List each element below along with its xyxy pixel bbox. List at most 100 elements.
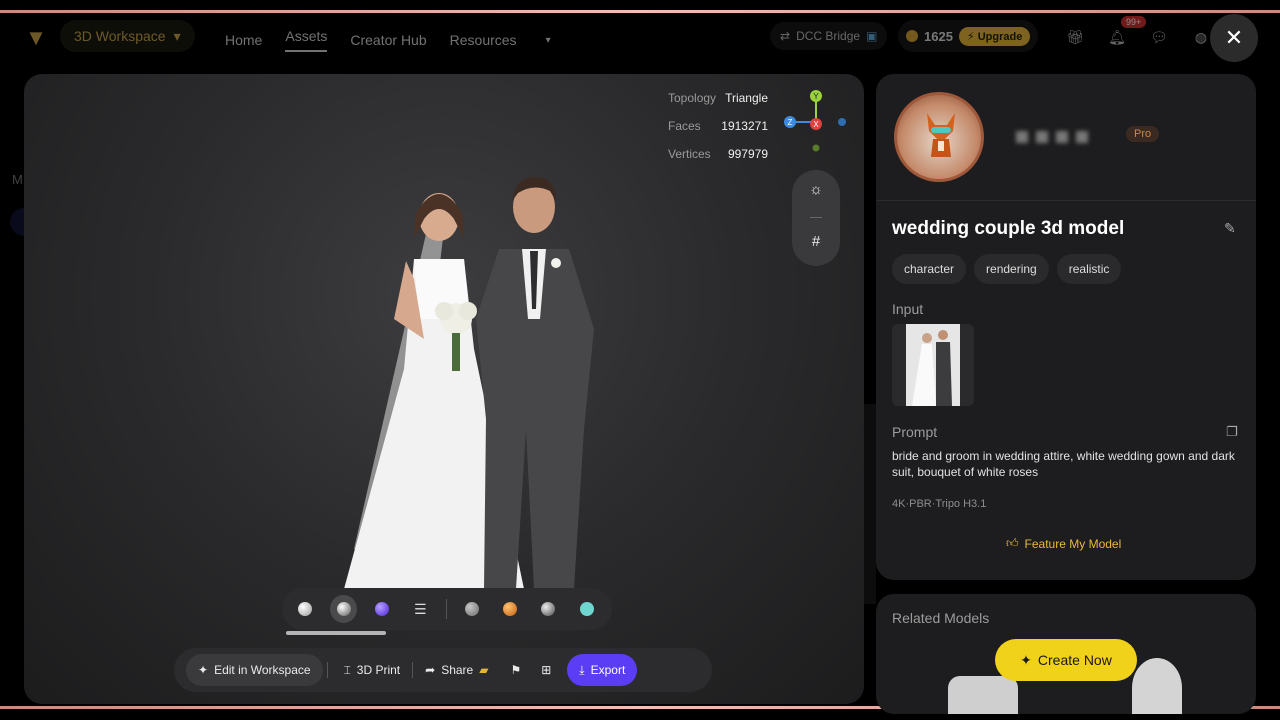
- axis-x-label: X: [813, 120, 819, 129]
- gift-icon[interactable]: 🎁︎: [1066, 28, 1084, 46]
- download-icon: ⤓: [579, 662, 585, 677]
- nav-resources[interactable]: Resources ▾: [450, 28, 574, 52]
- model-preview-couple: [344, 176, 594, 589]
- share-button[interactable]: ➦ Share ▰: [413, 654, 500, 686]
- model-info-card: Pro wedding couple 3d model ✎ character …: [876, 74, 1256, 580]
- export-button[interactable]: ⤓ Export: [567, 654, 638, 686]
- create-label: Create Now: [1037, 652, 1112, 668]
- export-label: Export: [590, 663, 626, 677]
- globe-icon[interactable]: ◍: [1192, 28, 1210, 46]
- bookmark-add-icon: ⊞: [541, 663, 552, 677]
- logo-icon[interactable]: ▼: [24, 26, 48, 50]
- bookmark-button[interactable]: ⊞: [531, 654, 561, 686]
- related-model-thumbnail[interactable]: [1132, 658, 1182, 714]
- action-toolbar: ✦ Edit in Workspace ⌶ 3D Print ➦ Share ▰…: [174, 648, 712, 692]
- material-clay-swatch: [298, 602, 313, 616]
- caret-down-icon: ▾: [173, 27, 181, 44]
- sparkle-icon: ✦: [1020, 651, 1032, 668]
- material-metal-button[interactable]: [535, 595, 561, 623]
- report-button[interactable]: ⚑: [500, 654, 531, 686]
- nav-resources-label: Resources: [449, 32, 517, 48]
- input-label: Input: [892, 301, 924, 317]
- redacted-block: [1036, 131, 1048, 143]
- axis-z-label: Z: [788, 118, 793, 127]
- model-title: wedding couple 3d model: [892, 218, 1125, 239]
- input-couple-photo: [906, 324, 960, 406]
- material-gray-swatch: [464, 602, 479, 616]
- toolbar-divider: [326, 662, 328, 678]
- sparkle-icon: ✦: [198, 663, 209, 677]
- nav-creator-hub[interactable]: Creator Hub: [350, 28, 426, 52]
- flag-icon: ⚑: [510, 663, 522, 677]
- material-normal-button[interactable]: [369, 595, 395, 623]
- related-model-thumbnail[interactable]: [948, 676, 1018, 714]
- pro-badge: Pro: [1126, 126, 1160, 142]
- viewer-side-tools: ☼ #: [792, 170, 840, 266]
- coin-icon: [906, 30, 918, 42]
- dcc-label: DCC Bridge: [796, 29, 861, 43]
- stat-row: Vertices 997979: [668, 146, 768, 174]
- copy-icon[interactable]: ❐: [1226, 424, 1238, 440]
- edit-in-workspace-button[interactable]: ✦ Edit in Workspace: [186, 654, 323, 686]
- material-gray-button[interactable]: [458, 595, 484, 623]
- dcc-bridge-button[interactable]: ⇄ DCC Bridge ▣: [770, 22, 888, 50]
- window-icon: ▣: [866, 29, 878, 43]
- prompt-label: Prompt: [892, 424, 938, 440]
- tag-realistic[interactable]: realistic: [1056, 254, 1122, 284]
- stat-value: 1913271: [721, 119, 768, 133]
- tag-character[interactable]: character: [892, 254, 967, 284]
- feature-label: Feature My Model: [1024, 536, 1122, 551]
- top-navigation: ▼ 3D Workspace ▾ Home Assets Creator Hub…: [0, 14, 1280, 58]
- stat-label: Faces: [668, 119, 701, 133]
- stat-value: 997979: [727, 147, 768, 161]
- bridge-icon: ⇄: [780, 29, 791, 43]
- 3d-print-button[interactable]: ⌶ 3D Print: [332, 654, 413, 686]
- chat-icon[interactable]: 💬︎: [1150, 28, 1168, 46]
- material-clay-button[interactable]: [292, 595, 318, 623]
- workspace-switcher[interactable]: 3D Workspace ▾: [60, 20, 195, 52]
- redacted-block: [1076, 131, 1088, 143]
- share-label: Share: [441, 663, 474, 677]
- upgrade-label: Upgrade: [977, 30, 1023, 43]
- material-toolbar: ☰: [282, 588, 612, 630]
- grid-icon[interactable]: #: [806, 232, 826, 252]
- input-image-thumbnail[interactable]: [892, 324, 974, 406]
- redacted-block: [1056, 131, 1068, 143]
- adjust-sliders-icon[interactable]: ☰: [407, 595, 433, 623]
- model-viewer[interactable]: Topology Triangle Faces 1913271 Vertices 99…: [24, 74, 864, 704]
- material-cyan-button[interactable]: [574, 595, 600, 623]
- stat-label: Topology: [668, 91, 717, 105]
- pencil-icon[interactable]: ✎: [1224, 220, 1236, 237]
- stat-row: Faces 1913271: [668, 118, 768, 146]
- mesh-stats: Topology Triangle Faces 1913271 Vertices 99…: [668, 90, 768, 174]
- edit-label: Edit in Workspace: [214, 663, 311, 677]
- stat-value: Triangle: [725, 91, 768, 105]
- workspace-label: 3D Workspace: [74, 28, 166, 44]
- close-button[interactable]: ✕: [1210, 14, 1258, 62]
- material-orange-button[interactable]: [497, 595, 523, 623]
- upgrade-button[interactable]: ⚡ Upgrade: [958, 26, 1031, 46]
- material-textured-button[interactable]: [330, 595, 357, 623]
- material-orange-swatch: [503, 602, 517, 616]
- nav-home[interactable]: Home: [225, 28, 262, 52]
- material-metal-swatch: [541, 602, 556, 616]
- card-divider: [876, 200, 1256, 201]
- material-normal-swatch: [374, 602, 389, 616]
- caret-down-icon: ▾: [545, 34, 551, 46]
- top-border-stripe: [0, 10, 1280, 13]
- nav-assets[interactable]: Assets: [285, 28, 328, 52]
- tag-rendering[interactable]: rendering: [974, 254, 1049, 284]
- related-title: Related Models: [892, 610, 990, 626]
- feature-my-model-link[interactable]: 👍︎ Feature My Model: [1006, 536, 1121, 551]
- redacted-block: [1016, 131, 1028, 143]
- credits-widget[interactable]: 1625 ⚡ Upgrade: [898, 20, 1039, 52]
- axis-gizmo[interactable]: Y Z X: [780, 88, 850, 158]
- notification-badge: 99+: [1121, 16, 1147, 28]
- create-now-button[interactable]: ✦ Create Now: [995, 639, 1137, 681]
- bell-icon[interactable]: 🔔︎: [1108, 28, 1126, 46]
- thumbs-up-icon: 👍︎: [1006, 536, 1019, 550]
- creator-avatar[interactable]: [894, 92, 984, 182]
- light-icon[interactable]: ☼: [806, 180, 826, 200]
- material-cyan-swatch: [579, 602, 594, 616]
- print-label: 3D Print: [356, 663, 401, 677]
